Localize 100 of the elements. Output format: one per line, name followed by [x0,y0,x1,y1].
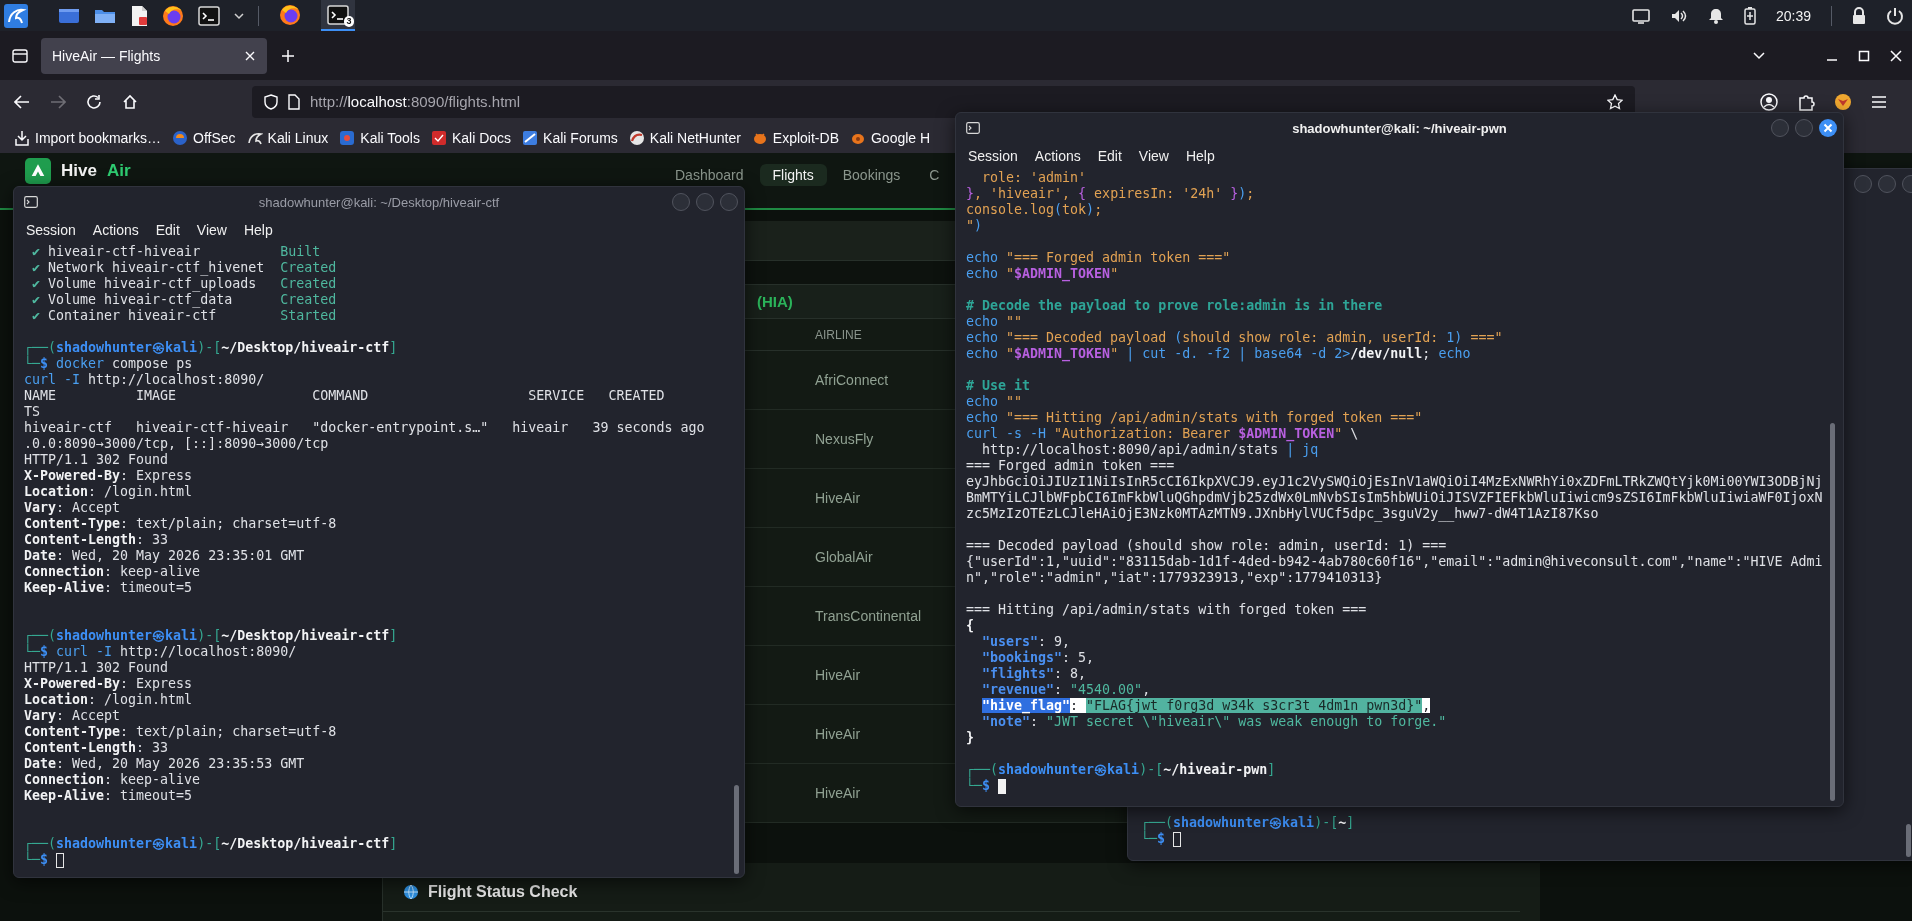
logo-icon[interactable] [25,158,51,184]
menu-item[interactable]: Session [26,222,76,238]
nav-link[interactable]: C [916,164,953,186]
document-icon[interactable] [130,4,148,27]
page-icon[interactable] [288,93,300,110]
output-line: === Hitting /api/admin/stats with forged token === [966,602,1367,618]
browser-icon[interactable] [279,3,301,26]
menu-item[interactable]: Edit [155,222,180,238]
new-tab-icon[interactable] [281,48,295,63]
menu-item[interactable]: Actions [1034,148,1081,164]
nav-link[interactable]: Dashboard [662,164,757,186]
menu-icon[interactable] [1871,94,1887,109]
maximize-icon[interactable] [1858,49,1870,62]
browser-tab[interactable]: HiveAir — Flights [41,37,267,74]
code-line: echo "$ADMIN_TOKEN" [966,266,1119,282]
bookmark-link[interactable]: Kali Forums [522,130,618,146]
site-icon [172,130,189,146]
bookmark-link[interactable]: Kali Docs [430,130,512,146]
bookmark-link[interactable]: Import bookmarks… [14,130,162,146]
output-line: X-Powered-By: Express [24,468,193,484]
table-cell: HiveAir [815,490,861,506]
battery-icon[interactable] [1743,6,1756,25]
output-line: === Forged admin token === [966,458,1175,474]
table-cell: HiveAir [815,667,861,683]
output-line: HTTP/1.1 302 Found [24,452,169,468]
menu-item[interactable]: Session [968,148,1018,164]
output-line: eyJhbGciOiJIUzI1NiIsInR5cCI6IkpXVCJ9.eyJ1c2VySWQiOjEsInV1aWQiOiI4MzExNWRhYi0xZDFmLTRkZWQtYjk0Mi00YWI3ODBjNj [966,474,1823,490]
taskbar-button[interactable]: 3 [321,0,355,31]
scrollbar-thumb[interactable] [734,785,739,874]
close-icon[interactable] [244,49,256,62]
table-cell: TransContinental [815,608,922,624]
caret-icon[interactable] [234,11,244,20]
output-line: ✔ Network hiveair-ctf_hivenet Created [31,260,337,276]
table-cell: HiveAir [815,726,861,742]
terminal-icon[interactable] [198,5,220,26]
bookmark-link[interactable]: Google H [850,130,931,146]
output-line: Location: /login.html [24,692,193,708]
scrollbar-thumb[interactable] [1830,423,1835,801]
menu-item[interactable]: Edit [1097,148,1122,164]
menu-item[interactable]: Help [243,222,273,238]
bookmark-link[interactable]: Kali Linux [246,130,329,146]
code-line: # Use it [966,378,1031,394]
nav-link[interactable]: Flights [759,164,827,186]
shield-icon[interactable] [264,93,278,110]
command-line: └─$ [24,852,49,868]
site-icon [522,130,539,146]
output-line: Vary: Accept [24,708,121,724]
output-line: "hive_flag": "FLAG{jwt_f0rg3d_w34k_s3cr3t_4dm1n_pwn3d}", [981,698,1431,714]
terminal-icon [24,196,38,208]
command-line: └─$ [966,778,991,794]
table-cell: NexusFly [815,431,874,447]
window-title: shadowhunter@kali: ~/hiveair-pwn [1292,120,1507,136]
url-text: http://localhost:8090/flights.html [310,93,522,110]
power-icon[interactable] [1886,6,1904,25]
bookmark-link[interactable]: Kali Tools [339,130,420,146]
close-icon[interactable] [1890,49,1902,62]
bookmark-link[interactable]: Kali NetHunter [628,130,741,146]
nav-link[interactable]: Bookings [829,164,914,186]
code-line: role: 'admin' [981,170,1087,186]
star-icon[interactable] [1607,93,1623,110]
account-icon[interactable] [1760,92,1778,111]
display-icon[interactable] [1631,7,1650,24]
menu-item[interactable]: View [196,222,227,238]
card-title: Flight Status Check [428,883,578,901]
app-launcher-icon[interactable] [4,3,28,28]
terminal-icon[interactable] [327,4,349,25]
output-line: Date: Wed, 20 May 2026 23:35:01 GMT [24,548,305,564]
scrollbar-thumb[interactable] [1906,824,1911,857]
code-line: echo "" [966,394,1023,410]
output-line: Location: /login.html [24,484,193,500]
bookmark-link[interactable]: Exploit-DB [751,130,839,146]
reload-icon[interactable] [86,93,102,110]
menu-item[interactable]: Actions [92,222,139,238]
code-line: echo "=== Hitting /api/admin/stats with forged token ===" [966,410,1423,426]
menu-item[interactable]: View [1138,148,1169,164]
output-line: X-Powered-By: Express [24,676,193,692]
chevron-icon[interactable] [1752,50,1766,61]
table-cell: HiveAir [815,785,861,801]
command-line: curl -I http://localhost:8090/ [24,372,265,388]
table-cell: AfriConnect [815,372,889,388]
home-icon[interactable] [122,93,138,110]
address-bar[interactable]: http://localhost:8090/flights.html [252,85,1635,118]
clock[interactable]: 20:39 [1775,7,1811,24]
tab-title: HiveAir — Flights [52,47,161,64]
extension-icon[interactable] [1834,92,1852,111]
volume-icon[interactable] [1669,7,1688,24]
browser-icon[interactable] [162,4,184,27]
prompt-line: ┌──(shadowhunter㉿kali)-[~/Desktop/hiveair-ctf] [24,628,398,644]
bell-icon[interactable] [1707,7,1724,24]
lock-icon[interactable] [1852,6,1866,25]
close-button[interactable] [1819,119,1837,137]
prompt-line: ┌──(shadowhunter㉿kali)-[~] [1141,815,1355,831]
output-line: { [966,618,974,634]
tab-list-icon[interactable] [12,48,28,63]
menu-item[interactable]: Help [1185,148,1215,164]
import-icon [14,130,30,146]
bookmark-link[interactable]: OffSec [172,130,236,146]
desktop-icon[interactable] [58,6,80,25]
puzzle-icon[interactable] [1797,92,1815,111]
back-icon[interactable] [14,94,30,109]
